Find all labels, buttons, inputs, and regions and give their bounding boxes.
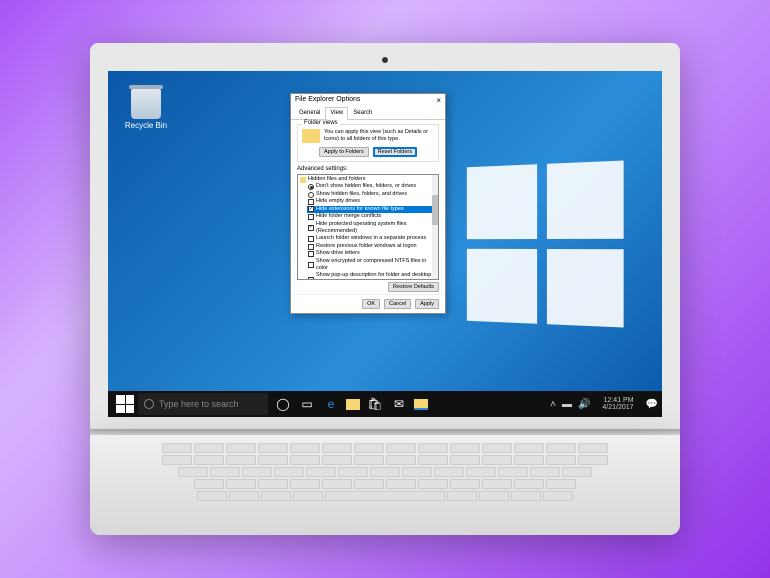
scrollbar[interactable]	[432, 175, 438, 279]
reset-folders-button[interactable]: Reset Folders	[373, 147, 417, 157]
checkbox-icon[interactable]	[308, 236, 314, 242]
volume-icon[interactable]: 🔊	[578, 399, 590, 410]
setting-label: Hide folder merge conflicts	[316, 213, 381, 220]
radio-icon[interactable]	[308, 184, 314, 190]
clock[interactable]: 12:41 PM 4/21/2017	[596, 397, 639, 411]
taskbar: Type here to search ◯ ▭ e 🛍 ✉ ˄ ▬ 🔊	[108, 391, 662, 417]
advanced-setting-item[interactable]: Launch folder windows in a separate proc…	[307, 235, 437, 242]
screen-bezel: Recycle Bin File Explorer Options × Gene…	[90, 43, 680, 429]
setting-label: Show encrypted or compressed NTFS files …	[316, 258, 436, 273]
tab-view[interactable]: View	[325, 107, 348, 120]
dialog-tabs: General View Search	[291, 107, 445, 120]
advanced-setting-item[interactable]: Restore previous folder windows at logon	[307, 243, 437, 250]
advanced-setting-item[interactable]: Show encrypted or compressed NTFS files …	[307, 258, 437, 273]
dialog-title: File Explorer Options	[295, 96, 360, 105]
folder-views-legend: Folder views	[302, 120, 340, 126]
system-tray: ˄ ▬ 🔊 12:41 PM 4/21/2017 💬	[550, 397, 658, 411]
setting-label: Don't show hidden files, folders, or dri…	[316, 183, 416, 190]
recycle-bin-label: Recycle Bin	[125, 121, 167, 130]
tab-search[interactable]: Search	[348, 107, 377, 119]
setting-label: Hide empty drives	[316, 198, 360, 205]
notifications-icon[interactable]: 💬	[646, 399, 658, 410]
folder-views-description: You can apply this view (such as Details…	[324, 129, 434, 142]
advanced-setting-item[interactable]: ✓Hide extensions for known file types	[307, 206, 437, 213]
laptop-frame: Recycle Bin File Explorer Options × Gene…	[90, 43, 680, 535]
checkbox-icon[interactable]	[308, 214, 314, 220]
search-placeholder: Type here to search	[159, 399, 239, 409]
cancel-button[interactable]: Cancel	[384, 299, 411, 309]
dialog-titlebar: File Explorer Options ×	[291, 94, 445, 107]
recycle-bin-icon[interactable]: Recycle Bin	[124, 89, 168, 130]
checkbox-icon[interactable]	[308, 262, 314, 268]
advanced-setting-item[interactable]: Don't show hidden files, folders, or dri…	[307, 183, 437, 190]
restore-defaults-button[interactable]: Restore Defaults	[388, 282, 439, 292]
dialog-button-row: OK Cancel Apply	[291, 294, 445, 313]
mail-icon[interactable]: ✉	[390, 395, 408, 413]
edge-icon[interactable]: e	[322, 395, 340, 413]
setting-label: Hidden files and folders	[308, 176, 365, 183]
store-icon[interactable]: 🛍	[366, 395, 384, 413]
windows-logo-wallpaper	[467, 161, 624, 328]
setting-label: Launch folder windows in a separate proc…	[316, 235, 426, 242]
advanced-settings-list[interactable]: Hidden files and foldersDon't show hidde…	[297, 174, 439, 280]
setting-label: Hide protected operating system files (R…	[316, 221, 436, 236]
setting-label: Hide extensions for known file types	[316, 206, 404, 213]
checkbox-icon[interactable]: ✓	[308, 206, 314, 212]
advanced-setting-item[interactable]: Hidden files and folders	[299, 176, 437, 183]
desktop[interactable]: Recycle Bin File Explorer Options × Gene…	[108, 71, 662, 417]
close-icon[interactable]: ×	[436, 96, 441, 105]
search-input[interactable]: Type here to search	[138, 393, 268, 415]
checkbox-icon[interactable]	[308, 199, 314, 205]
keyboard	[90, 435, 680, 535]
checkbox-icon[interactable]	[308, 244, 314, 250]
advanced-setting-item[interactable]: ✓Hide protected operating system files (…	[307, 221, 437, 236]
checkbox-icon[interactable]	[308, 277, 314, 280]
scrollbar-thumb[interactable]	[432, 195, 438, 225]
setting-label: Show hidden files, folders, and drives	[316, 191, 407, 198]
taskbar-pinned-apps: ◯ ▭ e 🛍 ✉	[274, 395, 428, 413]
explorer-window-icon[interactable]	[414, 399, 428, 410]
advanced-settings-label: Advanced settings:	[297, 166, 439, 172]
advanced-setting-item[interactable]: Hide folder merge conflicts	[307, 213, 437, 220]
cortana-icon[interactable]: ◯	[274, 395, 292, 413]
ok-button[interactable]: OK	[362, 299, 380, 309]
checkbox-icon[interactable]	[308, 251, 314, 257]
setting-label: Restore previous folder windows at logon	[316, 243, 417, 250]
advanced-setting-item[interactable]: Show drive letters	[307, 250, 437, 257]
explorer-icon[interactable]	[346, 399, 360, 410]
folder-icon	[302, 129, 320, 143]
advanced-setting-item[interactable]: Show pop-up description for folder and d…	[307, 272, 437, 280]
folder-views-group: Folder views You can apply this view (su…	[297, 124, 439, 162]
advanced-setting-item[interactable]: Show hidden files, folders, and drives	[307, 191, 437, 198]
chevron-up-icon[interactable]: ˄	[550, 399, 556, 410]
camera-icon	[382, 57, 388, 63]
clock-time: 12:41 PM	[602, 397, 633, 404]
apply-to-folders-button[interactable]: Apply to Folders	[319, 147, 369, 157]
search-icon	[144, 399, 154, 409]
task-view-icon[interactable]: ▭	[298, 395, 316, 413]
setting-label: Show drive letters	[316, 250, 360, 257]
tab-general[interactable]: General	[294, 107, 325, 119]
clock-date: 4/21/2017	[602, 404, 633, 411]
network-icon[interactable]: ▬	[562, 399, 572, 410]
advanced-setting-item[interactable]: Hide empty drives	[307, 198, 437, 205]
apply-button[interactable]: Apply	[415, 299, 439, 309]
setting-label: Show pop-up description for folder and d…	[316, 272, 436, 280]
tab-body: Folder views You can apply this view (su…	[291, 120, 445, 294]
file-explorer-options-dialog: File Explorer Options × General View Sea…	[290, 93, 446, 314]
radio-icon[interactable]	[308, 192, 314, 198]
folder-icon	[300, 177, 306, 183]
checkbox-icon[interactable]: ✓	[308, 225, 314, 231]
start-button[interactable]	[116, 395, 134, 413]
